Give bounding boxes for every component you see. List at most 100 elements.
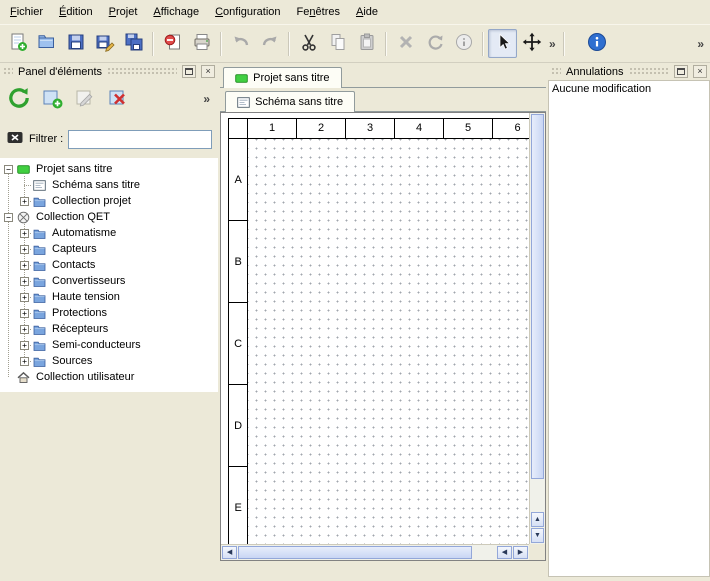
row-header: B	[229, 221, 247, 303]
menu-projet[interactable]: Projet	[101, 2, 146, 22]
scroll-right-button[interactable]: ▶	[513, 546, 528, 559]
about-button[interactable]	[583, 29, 612, 58]
tree-item-collection-projet[interactable]: + Collection projet	[0, 193, 218, 209]
expand-icon[interactable]: +	[20, 229, 29, 238]
tab-project[interactable]: Projet sans titre	[223, 67, 341, 88]
open-folder-icon	[37, 32, 57, 55]
undo-button[interactable]	[226, 29, 255, 58]
folder-icon	[33, 323, 46, 336]
new-element-button[interactable]	[38, 85, 66, 113]
tree-item-collection-qet[interactable]: − Collection QET	[0, 209, 218, 225]
filter-input[interactable]	[68, 130, 212, 149]
menu-fichier[interactable]: Fichier	[2, 2, 51, 22]
expand-icon[interactable]: +	[20, 261, 29, 270]
horizontal-scroll-thumb[interactable]	[238, 546, 472, 559]
save-all-button[interactable]	[119, 29, 148, 58]
rotate-icon	[425, 32, 445, 55]
frame-corner	[229, 119, 248, 138]
float-panel-button[interactable]	[182, 65, 196, 78]
vertical-scroll-thumb[interactable]	[531, 114, 544, 479]
vertical-scrollbar[interactable]: ▲ ▼	[529, 113, 545, 544]
menu-configuration[interactable]: Configuration	[207, 2, 288, 22]
open-file-button[interactable]	[32, 29, 61, 58]
cut-button[interactable]	[294, 29, 323, 58]
paste-button[interactable]	[352, 29, 381, 58]
toolbar-overflow-chevron[interactable]: »	[546, 37, 559, 51]
dock-grip[interactable]	[551, 67, 561, 76]
close-file-button[interactable]	[158, 29, 187, 58]
tree-item-recepteurs[interactable]: + Récepteurs	[0, 321, 218, 337]
rotate-button[interactable]	[420, 29, 449, 58]
save-as-button[interactable]	[90, 29, 119, 58]
dock-grip[interactable]	[3, 67, 13, 76]
expand-icon[interactable]: +	[20, 245, 29, 254]
schema-canvas[interactable]: 1 2 3 4 5 6 A B C D	[221, 113, 529, 544]
expand-icon[interactable]: +	[20, 325, 29, 334]
select-mode-button[interactable]	[488, 29, 517, 58]
tree-item-schema[interactable]: Schéma sans titre	[0, 177, 218, 193]
project-tabbar: Projet sans titre	[220, 63, 546, 88]
undo-history-list[interactable]: Aucune modification	[548, 80, 710, 577]
folder-icon	[33, 275, 46, 288]
clear-filter-button[interactable]	[6, 129, 24, 149]
close-panel-button[interactable]: ×	[201, 65, 215, 78]
horizontal-scrollbar[interactable]: ◀ ◀ ▶	[221, 544, 529, 560]
toolbar-overflow-chevron-2[interactable]: »	[694, 37, 707, 51]
column-header: 3	[346, 119, 395, 138]
app-window: Fichier Édition Projet Affichage Configu…	[0, 0, 710, 581]
tree-item-contacts[interactable]: + Contacts	[0, 257, 218, 273]
undo-panel-titlebar[interactable]: Annulations ×	[548, 63, 710, 80]
tree-item-semi-conducteurs[interactable]: + Semi-conducteurs	[0, 337, 218, 353]
tab-schema[interactable]: Schéma sans titre	[225, 91, 355, 112]
new-file-button[interactable]	[3, 29, 32, 58]
scrollbar-corner	[529, 544, 545, 560]
tree-item-sources[interactable]: + Sources	[0, 353, 218, 369]
copy-button[interactable]	[323, 29, 352, 58]
tree-item-collection-utilisateur[interactable]: Collection utilisateur	[0, 369, 218, 385]
title-block-frame: 1 2 3 4 5 6 A B C D	[228, 118, 529, 544]
edit-element-button[interactable]	[71, 85, 99, 113]
reload-collections-button[interactable]	[5, 85, 33, 113]
delete-element-button[interactable]	[104, 85, 132, 113]
expand-icon[interactable]: +	[20, 357, 29, 366]
scroll-down-button[interactable]: ▼	[531, 528, 544, 543]
close-panel-button[interactable]: ×	[693, 65, 707, 78]
menu-fenetres[interactable]: Fenêtres	[289, 2, 348, 22]
save-button[interactable]	[61, 29, 90, 58]
panel-overflow-chevron[interactable]: »	[200, 92, 213, 106]
tree-item-project[interactable]: − Projet sans titre	[0, 161, 218, 177]
expand-icon[interactable]: +	[20, 309, 29, 318]
tree-item-automatisme[interactable]: + Automatisme	[0, 225, 218, 241]
tree-item-capteurs[interactable]: + Capteurs	[0, 241, 218, 257]
delete-element-icon	[107, 87, 129, 112]
menu-edition[interactable]: Édition	[51, 2, 101, 22]
float-panel-button[interactable]	[674, 65, 688, 78]
project-tab-label: Projet sans titre	[253, 72, 329, 84]
tree-item-haute-tension[interactable]: + Haute tension	[0, 289, 218, 305]
scroll-left-button-2[interactable]: ◀	[497, 546, 512, 559]
arrow-left-icon: ◀	[502, 549, 507, 556]
element-info-button[interactable]	[449, 29, 478, 58]
dock-grip[interactable]	[629, 67, 670, 76]
expand-icon[interactable]: +	[20, 341, 29, 350]
tree-item-protections[interactable]: + Protections	[0, 305, 218, 321]
collapse-icon[interactable]: −	[4, 213, 13, 222]
cut-icon	[299, 32, 319, 55]
pan-mode-button[interactable]	[517, 29, 546, 58]
redo-button[interactable]	[255, 29, 284, 58]
expand-icon[interactable]: +	[20, 293, 29, 302]
collapse-icon[interactable]: −	[4, 165, 13, 174]
menu-aide[interactable]: Aide	[348, 2, 386, 22]
undo-icon	[231, 32, 251, 55]
delete-button[interactable]	[391, 29, 420, 58]
expand-icon[interactable]: +	[20, 277, 29, 286]
dotted-grid[interactable]	[248, 139, 529, 544]
menu-affichage[interactable]: Affichage	[145, 2, 207, 22]
scroll-left-button[interactable]: ◀	[222, 546, 237, 559]
print-button[interactable]	[187, 29, 216, 58]
dock-grip[interactable]	[107, 67, 177, 76]
elements-panel-titlebar[interactable]: Panel d'éléments ×	[0, 63, 218, 80]
tree-item-convertisseurs[interactable]: + Convertisseurs	[0, 273, 218, 289]
scroll-up-button[interactable]: ▲	[531, 512, 544, 527]
expand-icon[interactable]: +	[20, 197, 29, 206]
